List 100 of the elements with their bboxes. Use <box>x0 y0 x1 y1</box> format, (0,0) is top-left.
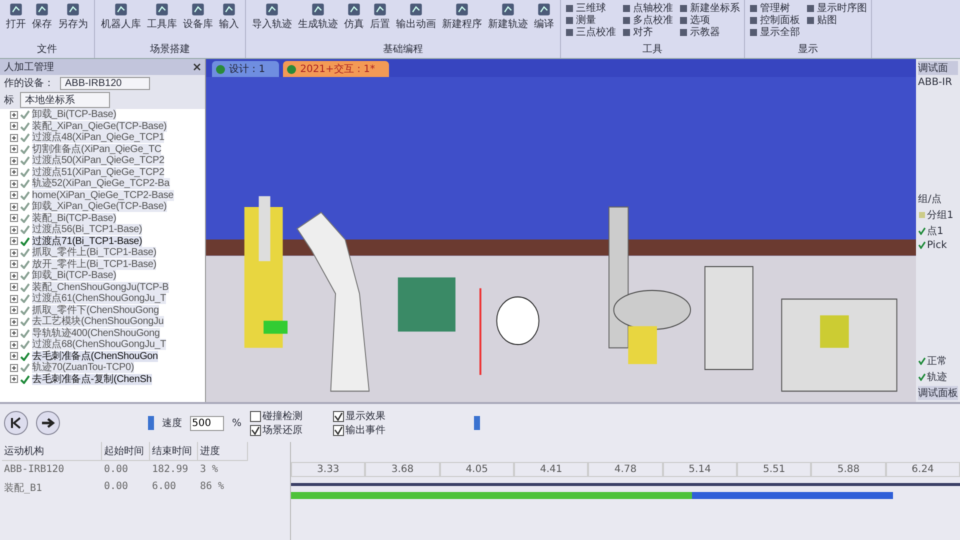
tree-item[interactable]: 过渡点51(XiPan_QieGe_TCP2 <box>32 166 164 178</box>
option-checkbox[interactable]: 显示效果 <box>332 409 386 423</box>
check-icon[interactable] <box>20 260 30 269</box>
check-icon[interactable] <box>20 248 30 258</box>
expand-icon[interactable] <box>10 214 18 222</box>
check-icon[interactable] <box>20 110 30 120</box>
ribbon-button[interactable]: 示教器 <box>679 26 740 38</box>
ribbon-button[interactable]: 后置 <box>368 2 392 31</box>
ribbon-button[interactable]: 新建轨迹 <box>486 2 530 31</box>
check-icon[interactable] <box>20 317 30 326</box>
ribbon-button[interactable]: 新建坐标系 <box>679 2 740 14</box>
speed-input[interactable]: 500 <box>190 416 224 430</box>
expand-icon[interactable] <box>10 191 18 200</box>
ribbon-button[interactable]: 设备库 <box>181 2 215 31</box>
check-icon[interactable] <box>20 144 30 154</box>
ribbon-button[interactable]: 点轴校准 <box>622 2 673 14</box>
tree-item[interactable]: 去工艺模块(ChenShouGongJu <box>32 316 164 328</box>
ribbon-button[interactable]: 新建程序 <box>440 2 484 31</box>
tree-item[interactable]: 放开_零件上(Bi_TCP1-Base) <box>32 258 156 270</box>
expand-icon[interactable] <box>10 329 18 338</box>
ribbon-button[interactable]: 管理树 <box>749 2 800 14</box>
option-checkbox[interactable]: 输出事件 <box>332 423 386 437</box>
tree-item[interactable]: 装配_Bi(TCP-Base) <box>32 212 116 224</box>
tree-item[interactable]: 轨迹52(XiPan_QieGe_TCP2-Ba <box>32 178 170 190</box>
tree-item[interactable]: 过渡点68(ChenShouGongJu_T <box>32 339 166 350</box>
check-icon[interactable] <box>20 271 30 280</box>
ribbon-button[interactable]: 编译 <box>532 2 556 31</box>
check-icon[interactable] <box>20 179 30 188</box>
check-icon[interactable] <box>20 374 30 384</box>
tree-item[interactable]: 切割准备点(XiPan_QieGe_TC <box>32 144 162 155</box>
ribbon-button[interactable]: 对齐 <box>622 26 673 38</box>
ribbon-button[interactable]: 三维球 <box>565 2 616 14</box>
expand-icon[interactable] <box>10 145 18 154</box>
expand-icon[interactable] <box>10 237 18 246</box>
ribbon-button[interactable]: 测量 <box>565 14 616 26</box>
check-icon[interactable] <box>20 236 30 246</box>
tree-item[interactable]: 轨迹70(ZuanTou-TCP0) <box>32 362 134 374</box>
ribbon-button[interactable]: 显示时序图 <box>806 2 867 14</box>
check-icon[interactable] <box>20 156 30 166</box>
check-icon[interactable] <box>20 363 30 372</box>
check-icon[interactable] <box>20 225 30 234</box>
check-icon[interactable] <box>20 294 30 304</box>
point-item[interactable]: 分组1 <box>927 208 954 222</box>
tree-item[interactable]: 去毛刺准备点(ChenShouGon <box>32 350 158 362</box>
check-icon[interactable] <box>20 340 30 350</box>
expand-icon[interactable] <box>10 294 18 303</box>
check-icon[interactable] <box>20 328 30 338</box>
ribbon-button[interactable]: 贴图 <box>806 14 867 26</box>
tree-item[interactable]: 装配_ChenShouGongJu(TCP-B <box>32 282 169 293</box>
expand-icon[interactable] <box>10 352 18 360</box>
ribbon-button[interactable]: 输出动画 <box>394 2 438 31</box>
tree-item[interactable]: 卸载_XiPan_QieGe(TCP-Base) <box>32 201 167 212</box>
forward-button[interactable] <box>36 411 60 435</box>
ribbon-button[interactable]: 三点校准 <box>565 26 616 38</box>
expand-icon[interactable] <box>10 272 18 280</box>
ribbon-button[interactable]: 输入 <box>217 2 241 31</box>
tree-item[interactable]: 卸载_Bi(TCP-Base) <box>32 109 116 120</box>
tree-item[interactable]: 装配_XiPan_QieGe(TCP-Base) <box>32 120 167 132</box>
ribbon-button[interactable]: 机器人库 <box>99 2 143 31</box>
expand-icon[interactable] <box>10 340 18 349</box>
tree-item[interactable]: 过渡点56(Bi_TCP1-Base) <box>32 224 142 236</box>
slider-thumb[interactable] <box>148 416 154 430</box>
ribbon-button[interactable]: 多点校准 <box>622 14 673 26</box>
check-icon[interactable] <box>20 190 30 200</box>
point-item[interactable]: Pick <box>927 240 947 250</box>
step-back-button[interactable] <box>4 411 28 435</box>
expand-icon[interactable] <box>10 180 18 188</box>
check-icon[interactable] <box>20 214 30 223</box>
tree-item[interactable]: 过渡点50(XiPan_QieGe_TCP2 <box>32 155 164 166</box>
close-icon[interactable] <box>193 63 201 71</box>
ribbon-button[interactable]: 工具库 <box>145 2 179 31</box>
tree-item[interactable]: 过渡点71(Bi_TCP1-Base) <box>32 236 142 247</box>
tree-item[interactable]: 去毛刺准备点-复制(ChenSh <box>32 374 152 385</box>
tree-item[interactable]: 过渡点48(XiPan_QieGe_TCP1 <box>32 132 164 144</box>
expand-icon[interactable] <box>10 226 18 234</box>
check-icon[interactable] <box>20 306 30 315</box>
tree-item[interactable]: 抓取_零件上(Bi_TCP1-Base) <box>32 247 156 258</box>
check-icon[interactable] <box>918 241 926 249</box>
ribbon-button[interactable]: 保存 <box>30 2 54 31</box>
ribbon-button[interactable]: 导入轨迹 <box>250 2 294 31</box>
tree-item[interactable]: 导轨轨迹400(ChenShouGong <box>32 328 160 339</box>
check-icon[interactable] <box>20 202 30 212</box>
expand-icon[interactable] <box>10 260 18 268</box>
slider-thumb[interactable] <box>474 416 480 430</box>
expand-icon[interactable] <box>10 306 18 314</box>
device-dropdown[interactable]: ABB-IRB120 <box>60 76 150 90</box>
ribbon-button[interactable]: 生成轨迹 <box>296 2 340 31</box>
expand-icon[interactable] <box>10 202 18 211</box>
check-icon[interactable] <box>20 168 30 177</box>
expand-icon[interactable] <box>10 248 18 257</box>
option-checkbox[interactable]: 碰撞检测 <box>250 409 303 423</box>
expand-icon[interactable] <box>10 375 18 384</box>
tree-item[interactable]: home(XiPan_QieGe_TCP2-Base <box>32 190 174 201</box>
check-icon[interactable] <box>20 122 30 131</box>
expand-icon[interactable] <box>10 156 18 165</box>
ribbon-button[interactable]: 显示全部 <box>749 26 800 38</box>
tree-item[interactable]: 抓取_零件下(ChenShouGong <box>32 304 159 316</box>
expand-icon[interactable] <box>10 283 18 292</box>
check-icon[interactable] <box>918 226 926 234</box>
ribbon-button[interactable]: 另存为 <box>56 2 90 31</box>
